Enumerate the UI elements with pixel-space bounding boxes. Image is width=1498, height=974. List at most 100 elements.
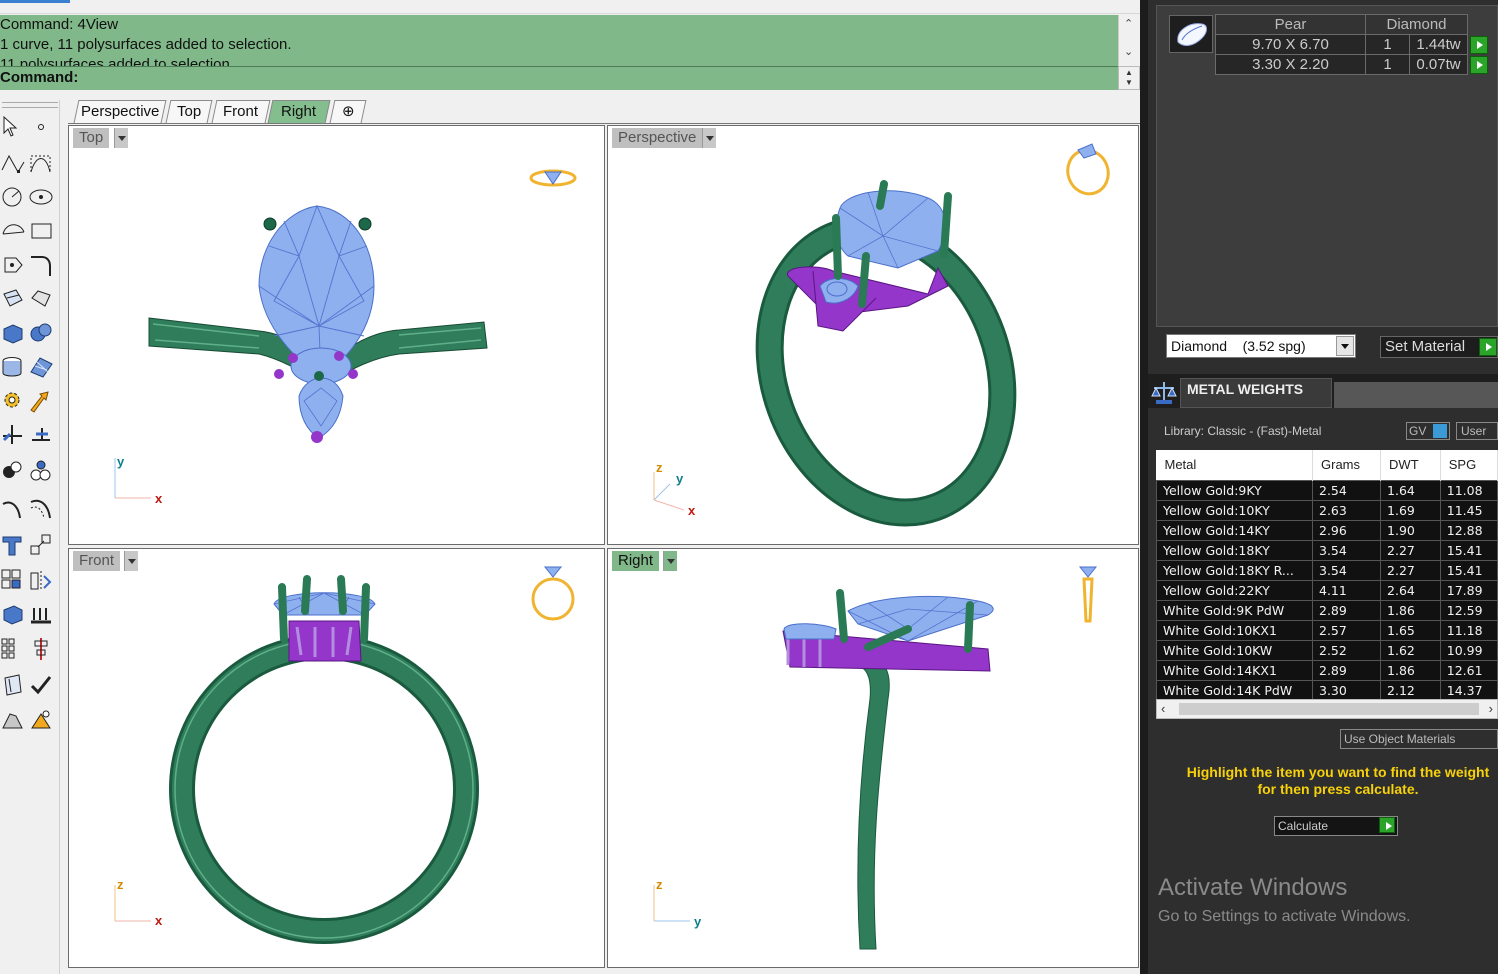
grams-cell: 2.54 [1311,479,1382,501]
set-material-button[interactable]: Set Material [1380,336,1498,358]
tab-label: Top [176,103,202,120]
analyze-icon[interactable] [0,670,26,700]
chevron-down-icon[interactable] [702,128,716,148]
table-row[interactable]: Yellow Gold:14KY 2.96 1.90 12.88 [1156,519,1498,541]
table-row[interactable]: Yellow Gold:9KY 2.54 1.64 11.08 [1156,479,1498,501]
spg-cell: 12.61 [1439,659,1498,681]
move-up-icon[interactable] [28,600,54,630]
tab-front[interactable]: Front [211,100,271,123]
viewport-label-front[interactable]: Front [73,551,121,571]
table-row[interactable]: Yellow Gold:10KY 2.63 1.69 11.45 [1156,499,1498,521]
mirror-icon[interactable] [28,566,54,596]
fillet-curve-icon[interactable] [28,250,54,280]
polygon-icon[interactable] [0,250,26,280]
arc-icon[interactable] [0,216,26,246]
viewport-perspective[interactable]: z y x Perspective [607,125,1139,545]
check-icon[interactable] [28,670,54,700]
mesh-icon[interactable] [28,352,54,382]
tab-top[interactable]: Top [165,100,213,123]
col-dwt[interactable]: DWT [1380,450,1441,480]
add-tab-button[interactable]: ⊕ [329,100,367,123]
calculate-button[interactable]: Calculate [1274,816,1398,836]
cylinder-icon[interactable] [0,352,26,382]
viewport-label-right[interactable]: Right [612,551,660,571]
scale-icon[interactable] [28,530,54,560]
box-icon[interactable] [0,318,26,348]
viewport-label-top[interactable]: Top [73,128,110,148]
ellipse-icon[interactable] [28,182,54,212]
gv-toggle[interactable]: GV [1406,422,1450,440]
viewport-label-perspective[interactable]: Perspective [612,128,703,148]
boolean-union-icon[interactable] [28,318,54,348]
align-icon[interactable] [28,634,54,664]
solid-edit-icon[interactable] [0,600,26,630]
stone-weight: 1.44tw [1409,34,1468,55]
tab-right[interactable]: Right [267,100,331,123]
gear-icon[interactable] [0,386,26,416]
stone-list-box: Pear Diamond 9.70 X 6.70 1 1.44tw 3.30 X… [1156,5,1498,327]
split-icon[interactable] [0,420,26,450]
user-toggle[interactable]: User [1456,422,1498,440]
calculate-hint: Highlight the item you want to find the … [1170,764,1498,798]
table-hscrollbar[interactable]: ‹ › [1156,699,1498,719]
curve-icon[interactable] [28,148,54,178]
offset-dashed-icon[interactable] [28,494,54,524]
grid-array-icon[interactable] [0,634,26,664]
select-arrow-icon[interactable] [0,112,26,142]
table-row[interactable]: White Gold:9K PdW 2.89 1.86 12.59 [1156,599,1498,621]
viewport-top[interactable]: y x Top [68,125,605,545]
rectangle-icon[interactable] [28,216,54,246]
history-line: Command: 4View [0,16,119,33]
trim-icon[interactable] [28,420,54,450]
command-prompt[interactable]: Command: [0,66,1118,90]
chevron-down-icon[interactable] [114,128,128,148]
offset-curve-icon[interactable] [0,494,26,524]
ungroup-icon[interactable] [28,456,54,486]
stone-select-button[interactable] [1470,35,1488,54]
group-icon[interactable] [0,456,26,486]
chevron-down-icon[interactable] [663,551,677,571]
scale-weight-icon [1150,380,1178,406]
stone-row[interactable]: 3.30 X 2.20 1 0.07tw [1215,54,1489,75]
history-scrollbar[interactable]: ⌃ ⌄ [1118,15,1140,66]
stone-select-button[interactable] [1470,55,1489,74]
render-icon[interactable] [0,706,26,736]
chevron-left-icon[interactable]: ‹ [1161,701,1165,716]
array-icon[interactable] [0,566,26,596]
table-row[interactable]: Yellow Gold:18KY 3.54 2.27 15.41 [1156,539,1498,561]
material-icon[interactable] [28,706,54,736]
use-object-materials-toggle[interactable]: Use Object Materials [1340,729,1498,749]
chevron-down-icon[interactable]: ⌄ [1124,45,1133,58]
col-grams[interactable]: Grams [1312,450,1382,480]
circle-icon[interactable] [0,182,26,212]
table-row[interactable]: Yellow Gold:18KY R... 3.54 2.27 15.41 [1156,559,1498,581]
tab-perspective[interactable]: Perspective [73,100,167,123]
surface-icon[interactable] [0,284,26,314]
spin-up-icon[interactable]: ▲ [1125,68,1133,77]
chevron-down-icon[interactable] [124,551,138,571]
point-icon[interactable] [28,112,54,142]
table-row[interactable]: White Gold:10KW 2.52 1.62 10.99 [1156,639,1498,661]
material-select[interactable]: Diamond (3.52 spg) [1166,334,1356,358]
polyline-icon[interactable] [0,148,26,178]
viewport-front[interactable]: z x Front [68,548,605,968]
table-row[interactable]: White Gold:14K PdW 3.30 2.12 14.37 [1156,679,1498,699]
text-icon[interactable] [0,530,26,560]
extrude-surface-icon[interactable] [28,284,54,314]
chevron-up-icon[interactable]: ⌃ [1124,17,1133,30]
chevron-right-icon[interactable]: › [1489,701,1493,716]
dwt-cell: 2.64 [1380,579,1441,601]
material-value: Diamond (3.52 spg) [1171,338,1306,354]
transform-arrows-icon[interactable] [28,386,54,416]
viewport-right[interactable]: z y Right [607,548,1139,968]
spin-down-icon[interactable]: ▼ [1125,78,1133,87]
chevron-down-icon[interactable] [1336,336,1354,356]
command-spinner[interactable]: ▲ ▼ [1118,66,1140,90]
col-spg[interactable]: SPG [1440,450,1498,480]
table-row[interactable]: White Gold:14KX1 2.89 1.86 12.61 [1156,659,1498,681]
stone-row[interactable]: 9.70 X 6.70 1 1.44tw [1215,34,1489,55]
tab-metal-weights[interactable]: METAL WEIGHTS [1180,378,1332,408]
col-metal[interactable]: Metal [1156,450,1313,480]
table-row[interactable]: Yellow Gold:22KY 4.11 2.64 17.89 [1156,579,1498,601]
table-row[interactable]: White Gold:10KX1 2.57 1.65 11.18 [1156,619,1498,641]
